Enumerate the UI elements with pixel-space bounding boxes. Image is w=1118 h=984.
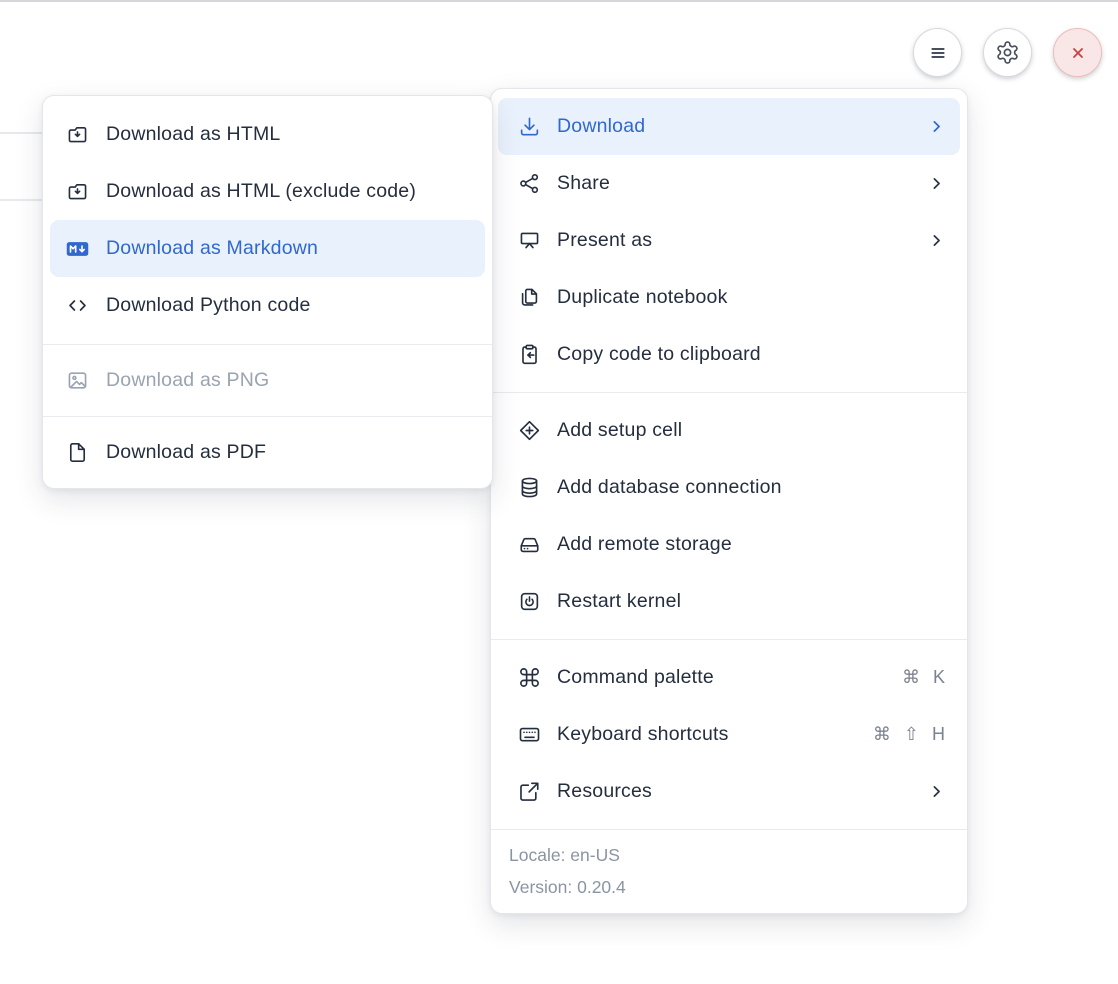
main-menu: Download Share Present as	[490, 88, 968, 914]
menu-item-label: Download Python code	[106, 294, 470, 317]
menu-item-label: Download as HTML (exclude code)	[106, 180, 470, 203]
close-button[interactable]	[1053, 28, 1102, 77]
menu-button[interactable]	[913, 28, 962, 77]
menu-item-label: Resources	[557, 780, 912, 803]
download-submenu: Download as HTML Download as HTML (exclu…	[42, 95, 493, 489]
menu-item-label: Present as	[557, 229, 912, 252]
submenu-section-formats: Download as HTML Download as HTML (exclu…	[43, 96, 492, 344]
gear-icon	[995, 40, 1020, 65]
menu-item-restart-kernel[interactable]: Restart kernel	[498, 573, 960, 630]
menu-item-label: Share	[557, 172, 912, 195]
menu-item-label: Keyboard shortcuts	[557, 723, 857, 746]
top-border	[0, 0, 1118, 2]
menu-item-label: Add setup cell	[557, 419, 945, 442]
page-divider-line	[0, 199, 43, 201]
hamburger-icon	[925, 40, 951, 66]
settings-button[interactable]	[983, 28, 1032, 77]
database-icon	[518, 476, 541, 499]
x-icon	[1066, 41, 1090, 65]
submenu-item-download-as-html[interactable]: Download as HTML	[50, 106, 485, 163]
menu-item-label: Duplicate notebook	[557, 286, 945, 309]
code-brackets-icon	[66, 294, 89, 317]
hard-drive-icon	[518, 533, 541, 556]
menu-item-label: Copy code to clipboard	[557, 343, 945, 366]
power-square-icon	[518, 590, 541, 613]
submenu-section-png: Download as PNG	[43, 345, 492, 416]
menu-item-label: Download as HTML	[106, 123, 470, 146]
submenu-section-pdf: Download as PDF	[43, 417, 492, 488]
menu-item-label: Command palette	[557, 666, 886, 689]
menu-footer: Locale: en-US Version: 0.20.4	[491, 830, 967, 913]
menu-section-notebook: Download Share Present as	[491, 89, 967, 392]
chevron-right-icon	[928, 232, 945, 249]
submenu-item-download-as-html-exclude-code[interactable]: Download as HTML (exclude code)	[50, 163, 485, 220]
diamond-plus-icon	[518, 419, 541, 442]
menu-item-add-database-connection[interactable]: Add database connection	[498, 459, 960, 516]
folder-download-icon	[66, 123, 89, 146]
submenu-item-download-python-code[interactable]: Download Python code	[50, 277, 485, 334]
menu-item-duplicate-notebook[interactable]: Duplicate notebook	[498, 269, 960, 326]
duplicate-pages-icon	[518, 286, 541, 309]
menu-section-cells: Add setup cell Add database connection A…	[491, 393, 967, 639]
menu-item-resources[interactable]: Resources	[498, 763, 960, 820]
submenu-item-download-as-pdf[interactable]: Download as PDF	[50, 424, 485, 481]
menu-item-label: Add database connection	[557, 476, 945, 499]
menu-item-label: Download as PNG	[106, 369, 470, 392]
menu-item-download[interactable]: Download	[498, 98, 960, 155]
floating-toolbar	[913, 28, 1102, 77]
file-icon	[66, 441, 89, 464]
chevron-right-icon	[928, 175, 945, 192]
download-icon	[518, 115, 541, 138]
external-link-icon	[518, 780, 541, 803]
shortcut-hint: ⌘ K	[902, 667, 945, 688]
menu-item-label: Restart kernel	[557, 590, 945, 613]
chevron-right-icon	[928, 118, 945, 135]
menu-item-present-as[interactable]: Present as	[498, 212, 960, 269]
menu-item-share[interactable]: Share	[498, 155, 960, 212]
menu-item-label: Download	[557, 115, 912, 138]
menu-item-label: Add remote storage	[557, 533, 945, 556]
menu-item-add-setup-cell[interactable]: Add setup cell	[498, 402, 960, 459]
command-icon	[518, 666, 541, 689]
submenu-item-download-as-markdown[interactable]: Download as Markdown	[50, 220, 485, 277]
locale-text: Locale: en-US	[509, 842, 949, 868]
submenu-item-download-as-png: Download as PNG	[50, 352, 485, 409]
menu-item-label: Download as PDF	[106, 441, 470, 464]
folder-download-icon	[66, 180, 89, 203]
presentation-icon	[518, 229, 541, 252]
menu-item-copy-code[interactable]: Copy code to clipboard	[498, 326, 960, 383]
menu-item-label: Download as Markdown	[106, 237, 470, 260]
menu-item-command-palette[interactable]: Command palette ⌘ K	[498, 649, 960, 706]
keyboard-icon	[518, 723, 541, 746]
image-icon	[66, 369, 89, 392]
chevron-right-icon	[928, 783, 945, 800]
clipboard-arrow-icon	[518, 343, 541, 366]
menu-item-keyboard-shortcuts[interactable]: Keyboard shortcuts ⌘ ⇧ H	[498, 706, 960, 763]
menu-item-add-remote-storage[interactable]: Add remote storage	[498, 516, 960, 573]
markdown-badge-icon	[66, 237, 89, 260]
share-icon	[518, 172, 541, 195]
shortcut-hint: ⌘ ⇧ H	[873, 724, 945, 745]
version-text: Version: 0.20.4	[509, 874, 949, 900]
menu-section-help: Command palette ⌘ K Keyboard shortcuts ⌘…	[491, 640, 967, 829]
page-divider-line	[0, 132, 43, 134]
